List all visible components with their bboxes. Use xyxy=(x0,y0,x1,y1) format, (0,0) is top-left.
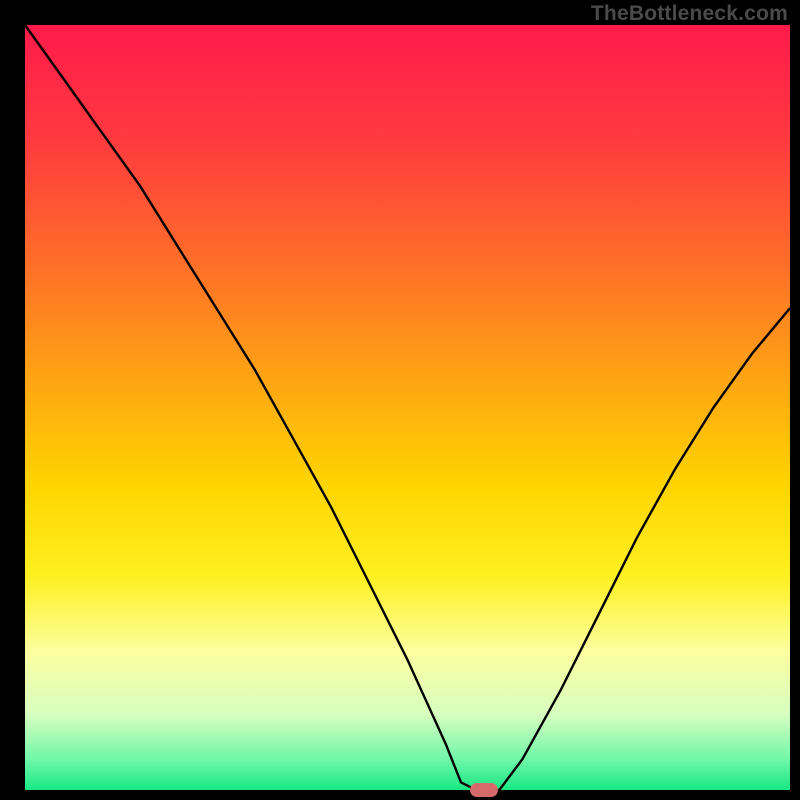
plot-background-gradient xyxy=(25,25,790,790)
optimal-point-marker xyxy=(470,783,498,797)
watermark-text: TheBottleneck.com xyxy=(591,2,788,26)
chart-frame: TheBottleneck.com xyxy=(0,0,800,800)
bottleneck-chart xyxy=(0,0,800,800)
